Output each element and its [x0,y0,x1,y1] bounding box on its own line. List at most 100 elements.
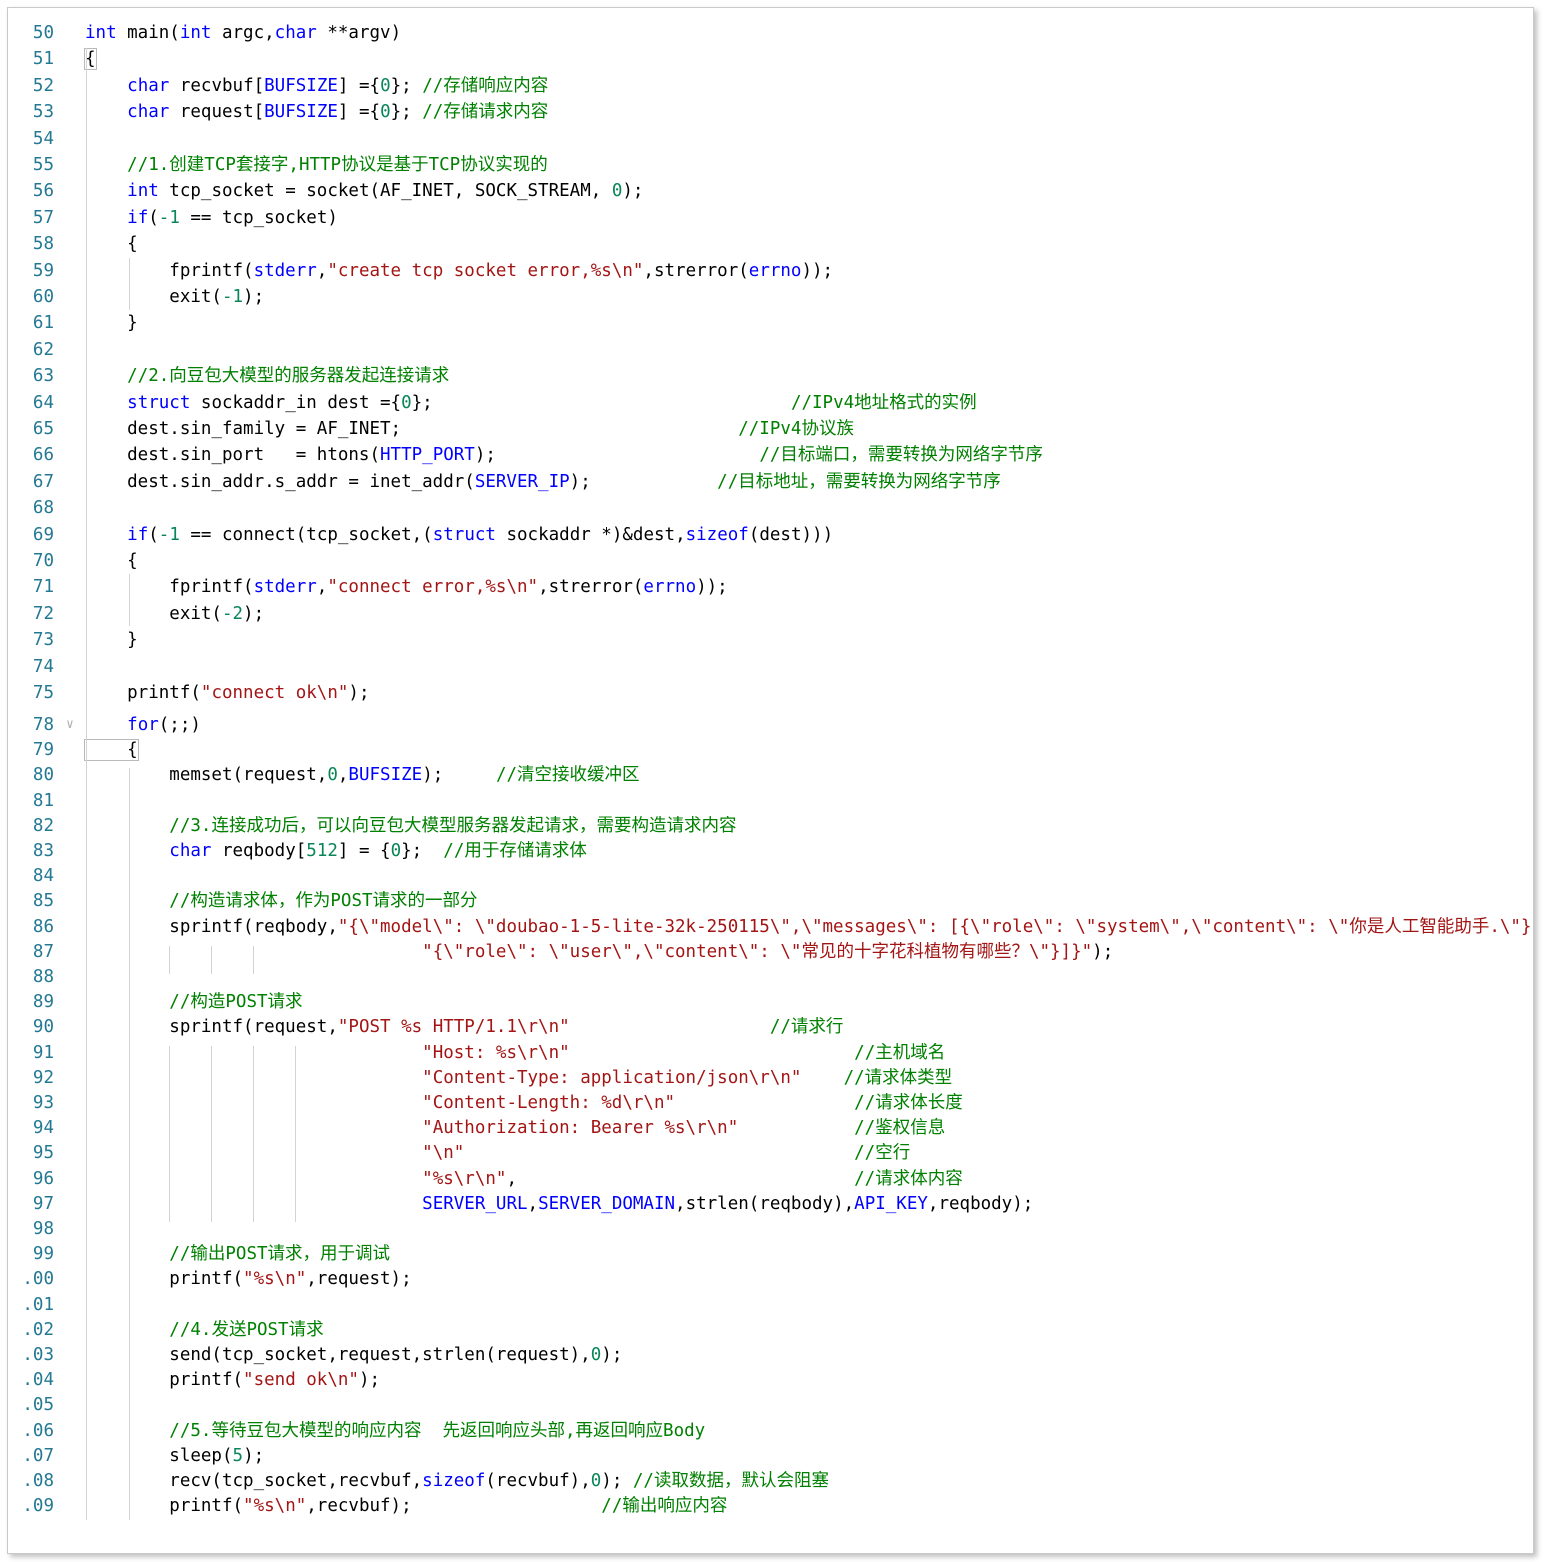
code-token: == tcp_socket) [179,207,338,228]
code-token: , [316,260,328,281]
code-line[interactable]: 59 fprintf(stderr,"create tcp socket err… [8,258,1533,284]
code-text: } [85,627,138,653]
code-line[interactable]: 85 //构造请求体，作为POST请求的一部分 [8,888,1533,914]
code-area[interactable]: 50 int main(int argc,char **argv) 51{52 ch… [8,8,1533,1553]
code-line[interactable]: 87 "{\"role\": \"user\",\"content\": \"常… [8,939,1533,965]
code-line[interactable]: 56 int tcp_socket = socket(AF_INET, SOCK… [8,178,1533,204]
code-token: ); [622,181,644,202]
code-line[interactable]: 75 printf("connect ok\n"); [8,680,1533,706]
line-number: 68 [32,498,54,519]
code-line[interactable]: 95 "\n" //空行 [8,1140,1533,1166]
code-line[interactable]: 60 exit(-1); [8,284,1533,310]
code-line[interactable]: 53 char request[BUFSIZE] ={0}; //存储请求内容 [8,99,1533,125]
code-line[interactable]: 66 dest.sin_port = htons(HTTP_PORT); //目… [8,442,1533,468]
code-line[interactable]: 73 } [8,627,1533,653]
code-line[interactable]: 84 [8,863,1533,889]
line-number: 90 [32,1017,54,1038]
line-number: 99 [32,1244,54,1265]
code-line[interactable]: 90 sprintf(request,"POST %s HTTP/1.1\r\n… [8,1014,1533,1040]
code-line[interactable]: .02 //4.发送POST请求 [8,1317,1533,1343]
code-token: "connect error,%s\n" [327,577,539,598]
code-token: -1 [221,287,244,307]
code-line[interactable]: .03 send(tcp_socket,request,strlen(reque… [8,1342,1533,1368]
code-token: //目标端口，需要转换为网络字节序 [759,445,1043,466]
code-line[interactable]: .05 [8,1392,1533,1418]
code-line[interactable]: .00 printf("%s\n",request); [8,1266,1533,1292]
code-token: sleep( [85,1445,233,1466]
code-line[interactable]: 51{ [8,46,1533,72]
code-line[interactable]: 98 [8,1216,1533,1242]
code-token: ); [1092,941,1114,962]
line-number: 57 [32,207,54,228]
code-line[interactable]: 83 char reqbody[512] = {0}; //用于存储请求体 [8,838,1533,864]
code-token: }; [401,841,444,861]
code-line[interactable]: 72 exit(-2); [8,601,1533,627]
code-token: { [84,739,139,762]
code-line[interactable]: 78 ∨ for(;;) [8,712,1533,738]
code-line[interactable]: 57 if(-1 == tcp_socket) [8,205,1533,231]
line-number: 50 [32,23,54,43]
code-line[interactable]: 99 //输出POST请求，用于调试 [8,1241,1533,1267]
code-line[interactable]: 71 fprintf(stderr,"connect error,%s\n",s… [8,574,1533,600]
code-line[interactable]: 52 char recvbuf[BUFSIZE] ={0}; //存储响应内容 [8,73,1533,99]
code-token: ); [601,1471,633,1491]
line-number: 95 [32,1143,54,1164]
code-text: "Content-Type: application/json\r\n" //请… [85,1065,952,1091]
code-line[interactable]: 63 //2.向豆包大模型的服务器发起连接请求 [8,363,1533,389]
code-line[interactable]: 67 dest.sin_addr.s_addr = inet_addr(SERV… [8,469,1533,495]
line-number: .04 [22,1370,54,1391]
code-line[interactable]: 82 //3.连接成功后，可以向豆包大模型服务器发起请求，需要构造请求内容 [8,813,1533,839]
code-line[interactable]: 50 int main(int argc,char **argv) [8,20,1533,46]
code-line[interactable]: 62 [8,337,1533,363]
code-line[interactable]: 96 "%s\r\n", //请求体内容 [8,1166,1533,1192]
code-text: dest.sin_addr.s_addr = inet_addr(SERVER_… [85,469,1001,495]
code-line[interactable]: 74 [8,654,1533,680]
code-token: //4.发送POST请求 [169,1319,324,1340]
line-number: .01 [22,1294,54,1315]
code-line[interactable]: .09 printf("%s\n",recvbuf); //输出响应内容 [8,1493,1533,1519]
code-line[interactable]: 81 [8,788,1533,814]
fold-chevron-icon[interactable]: ∨ [66,712,74,738]
code-token: "Authorization: Bearer %s\r\n" [422,1118,739,1139]
code-line[interactable]: 58 { [8,231,1533,257]
code-line[interactable]: 89 //构造POST请求 [8,989,1533,1015]
code-line[interactable]: 64 struct sockaddr_in dest ={0}; //IPv4地… [8,390,1533,416]
code-token: "POST %s HTTP/1.1\r\n" [337,1017,570,1038]
code-token: ); [243,1445,265,1466]
line-number: 93 [32,1093,54,1113]
code-line[interactable]: 97 SERVER_URL,SERVER_DOMAIN,strlen(reqbo… [8,1191,1533,1217]
code-line[interactable]: 94 "Authorization: Bearer %s\r\n" //鉴权信息 [8,1115,1533,1141]
line-number: 96 [32,1168,54,1189]
code-line[interactable]: 93 "Content-Length: %d\r\n" //请求体长度 [8,1090,1533,1116]
code-line[interactable]: .06 //5.等待豆包大模型的响应内容 先返回响应头部,再返回响应Body [8,1418,1533,1444]
line-number: 53 [32,102,54,123]
code-text: sprintf(request,"POST %s HTTP/1.1\r\n" /… [85,1014,843,1040]
code-line[interactable]: 80 memset(request,0,BUFSIZE); //清空接收缓冲区 [8,762,1533,788]
code-line[interactable]: 54 [8,126,1533,152]
code-token: 5 [232,1445,244,1466]
code-line[interactable]: 70 { [8,548,1533,574]
code-token: { [85,551,138,571]
code-line[interactable]: .08 recv(tcp_socket,recvbuf,sizeof(recvb… [8,1468,1533,1494]
code-line[interactable]: .01 [8,1292,1533,1318]
code-line[interactable]: 69 if(-1 == connect(tcp_socket,(struct s… [8,522,1533,548]
code-text: int tcp_socket = socket(AF_INET, SOCK_ST… [85,178,643,204]
code-line[interactable]: 88 [8,964,1533,990]
code-line[interactable]: 86 sprintf(reqbody,"{\"model\": \"doubao… [8,914,1533,940]
code-line[interactable]: 55 //1.创建TCP套接字,HTTP协议是基于TCP协议实现的 [8,152,1533,178]
code-line[interactable]: 91 "Host: %s\r\n" //主机域名 [8,1040,1533,1066]
code-line[interactable]: 65 dest.sin_family = AF_INET; //IPv4协议族 [8,416,1533,442]
code-line[interactable]: 61 } [8,310,1533,336]
code-line[interactable]: 92 "Content-Type: application/json\r\n" … [8,1065,1533,1091]
code-line[interactable]: 79 { [8,737,1533,763]
code-line[interactable]: 68 [8,495,1533,521]
code-text: printf("%s\n",recvbuf); //输出响应内容 [85,1493,727,1519]
code-editor-frame: 50 int main(int argc,char **argv) 51{52 ch… [7,7,1534,1554]
code-token: ] = { [337,841,391,861]
code-line[interactable]: .07 sleep(5); [8,1443,1533,1469]
line-number: 62 [32,339,54,360]
code-line[interactable]: .04 printf("send ok\n"); [8,1367,1533,1393]
